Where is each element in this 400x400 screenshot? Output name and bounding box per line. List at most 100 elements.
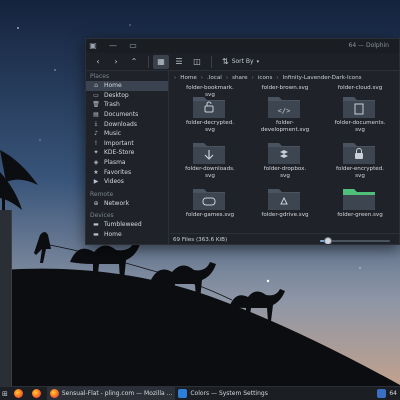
trash-icon: 🗑 [92,101,100,109]
file-item[interactable]: folder-gdrive.svg [245,185,325,230]
file-view[interactable]: folder-bookmark. svg folder-brown.svg fo… [170,85,399,232]
file-name: folder-decrypted. svg [185,120,235,133]
documents-icon: ▤ [93,111,99,119]
task-label: 64 [389,390,397,397]
file-item[interactable]: </> folder- development.svg [245,93,325,138]
minimize-icon[interactable]: — [106,39,120,53]
downloads-icon: ⤓ [94,120,98,128]
breadcrumb-item[interactable]: Infinity-Lavender-Dark-Icons [283,75,362,81]
status-bar: 69 Files (363.6 KiB) [170,233,399,244]
file-name: folder-dropbox. svg [263,166,307,179]
folder-green-icon [343,189,375,210]
sidebar-item-desktop[interactable]: ▭ Desktop [86,91,168,101]
details-view-icon[interactable]: ☰ [171,55,187,69]
important-icon: ! [94,139,98,147]
file-name: folder-encrypted. svg [335,166,385,179]
folder-games-icon [193,189,225,210]
desktop-icon: ▭ [93,91,99,99]
sidebar-item-home-device[interactable]: ▬ Home [86,230,168,240]
status-summary: 69 Files (363.6 KiB) [173,237,228,243]
zoom-slider[interactable] [320,237,390,244]
sidebar-item-favorites[interactable]: ★ Favorites [86,167,168,177]
chevron-right-icon: › [276,75,279,81]
maximize-icon[interactable]: ▭ [126,39,140,53]
toolbar-separator [148,55,149,68]
folder-dropbox-icon [268,143,300,164]
svg-text:</>: </> [278,107,291,115]
file-item[interactable]: folder-documents. svg [320,93,399,138]
split-icon[interactable]: ◫ [189,55,205,69]
sidebar-item-music[interactable]: ♪ Music [86,129,168,139]
sidebar-item-trash[interactable]: 🗑 Trash [86,100,168,110]
devices-heading: Devices [90,212,114,220]
sidebar-item-downloads[interactable]: ⤓ Downloads [86,119,168,129]
task-item[interactable] [11,387,29,400]
file-name: folder-documents. svg [334,120,386,133]
file-name: folder-cloud.svg [337,85,383,91]
task-item[interactable] [29,387,47,400]
forward-icon[interactable]: › [108,55,124,69]
sidebar-item-documents[interactable]: ▤ Documents [86,110,168,120]
sort-by-label: Sort By [231,58,254,65]
breadcrumb: › Home › .local › share › icons › Infini… [170,71,399,85]
plasma-icon: ◈ [93,159,99,167]
remote-heading: Remote [90,190,114,198]
sidebar-item-plasma[interactable]: ◈ Plasma [86,158,168,168]
drive-icon: ▬ [93,231,99,239]
up-icon[interactable]: ⌃ [126,55,142,69]
chevron-right-icon: › [225,75,229,81]
file-item[interactable]: folder-decrypted. svg [170,93,250,138]
videos-icon: ▶ [93,178,99,186]
favorites-icon: ★ [93,168,99,176]
chevron-down-icon: ▾ [256,58,260,65]
task-item-system-settings[interactable]: Colors — System Settings [175,387,271,400]
background-window-edge[interactable] [0,210,12,386]
file-item[interactable]: folder-games.svg [170,185,250,230]
icons-view-icon[interactable]: ▦ [153,54,169,69]
app-launcher-icon: ⊞ [2,389,8,398]
file-name: folder-brown.svg [261,85,309,91]
sidebar-item-network[interactable]: ⊕ Network [86,199,168,209]
task-item-dolphin[interactable]: 64 [374,387,400,400]
places-panel: Places ⌂ Home ▭ Desktop 🗑 Trash ▤ Documents … [86,71,169,244]
sidebar-item-kde-store[interactable]: ✦ KDE-Store [86,148,168,158]
file-item[interactable]: folder-green.svg [320,185,399,230]
dolphin-window: ▣ — ▭ 64 — Dolphin ‹ › ⌃ ▦ ☰ ◫ ⇅ Sort By… [85,38,400,245]
sidebar-item-tumbleweed[interactable]: ▬ Tumbleweed [86,220,168,230]
file-name: folder-gdrive.svg [261,212,309,218]
file-row: folder-games.svg folder-gdrive.svg folde… [170,185,399,230]
sidebar-item-videos[interactable]: ▶ Videos [86,177,168,187]
chevron-right-icon: › [174,75,177,81]
sort-by-button[interactable]: ⇅ Sort By ▾ [222,57,259,66]
breadcrumb-item[interactable]: icons [258,75,273,81]
task-item-firefox[interactable]: Sensual-Flat - pling.com — Mozilla ... [46,386,176,400]
window-menu-icon[interactable]: ▣ [86,39,100,53]
file-item[interactable]: folder-dropbox. svg [245,139,325,184]
breadcrumb-item[interactable]: .local [207,75,222,81]
home-icon: ⌂ [94,82,98,90]
file-name: folder-green.svg [337,212,383,218]
zoom-slider-handle[interactable] [324,237,333,244]
sidebar-item-home[interactable]: ⌂ Home [86,81,168,91]
back-icon[interactable]: ‹ [90,55,106,69]
task-label: Sensual-Flat - pling.com — Mozilla ... [61,390,173,397]
file-item[interactable]: folder-encrypted. svg [320,139,399,184]
titlebar[interactable]: ▣ — ▭ 64 — Dolphin [86,39,399,53]
breadcrumb-item[interactable]: share [232,75,248,81]
task-label: Colors — System Settings [190,390,268,397]
breadcrumb-item[interactable]: Home [180,75,197,81]
folder-documents-icon [343,97,375,118]
folder-downloads-icon [193,143,225,164]
firefox-icon [31,389,41,398]
dolphin-icon [377,389,387,398]
sidebar-item-important[interactable]: ! Important [86,139,168,149]
folder-encrypted-icon [343,143,375,164]
places-heading: Places [90,73,110,80]
file-name: folder-downloads. svg [185,166,235,179]
firefox-icon [13,389,23,398]
folder-development-icon: </> [268,97,300,118]
file-item[interactable]: folder-downloads. svg [170,139,250,184]
task-item[interactable]: ⊞ [0,387,11,400]
file-row: folder-downloads. svg folder-dropbox. sv… [170,139,399,184]
file-row: folder-decrypted. svg </> folder- develo… [170,93,399,138]
